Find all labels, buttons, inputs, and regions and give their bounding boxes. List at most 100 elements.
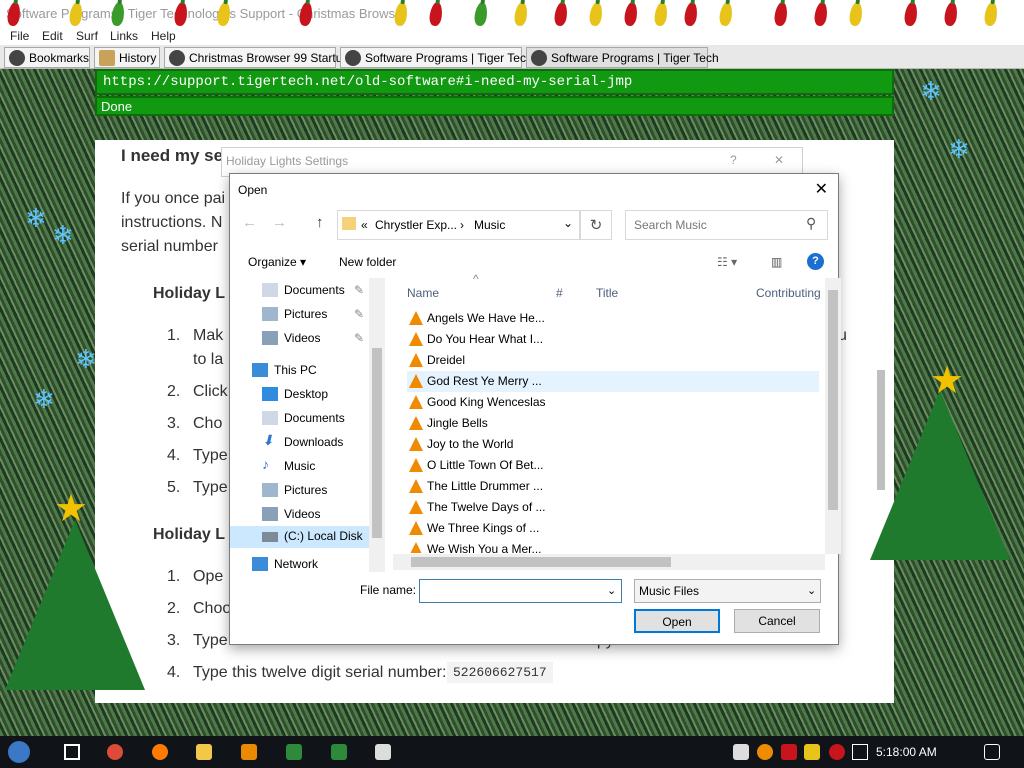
tray-icon[interactable] (757, 744, 773, 760)
close-button[interactable]: ✕ (815, 179, 828, 199)
tab-software-2[interactable]: Software Programs | Tiger Tech (526, 47, 719, 68)
open-button[interactable]: Open (634, 609, 720, 633)
file-item[interactable]: Angels We Have He... (407, 308, 545, 329)
tab-startup[interactable]: Christmas Browser 99 Startup (164, 47, 349, 68)
documents-icon (262, 283, 278, 297)
help-icon[interactable]: ? (807, 253, 824, 270)
menu-surf[interactable]: Surf (76, 29, 98, 43)
file-item[interactable]: Do You Hear What I... (407, 329, 543, 350)
file-item[interactable]: We Wish You a Mer... (407, 539, 543, 553)
menu-edit[interactable]: Edit (42, 29, 63, 43)
tray-icon[interactable] (733, 744, 749, 760)
column-number[interactable]: # (556, 286, 563, 300)
scroll-thumb[interactable] (828, 290, 838, 510)
nav-item-local-disk[interactable]: (C:) Local Disk (230, 526, 369, 548)
vlc-cone-icon (409, 395, 423, 409)
horizontal-scrollbar[interactable] (393, 554, 825, 570)
snowflake-icon: ❄ (75, 344, 97, 374)
nav-item-downloads[interactable]: ⬇ Downloads (262, 432, 343, 454)
file-item[interactable]: O Little Town Of Bet... (407, 455, 544, 476)
close-button[interactable]: ✕ (774, 153, 784, 167)
address-bar[interactable]: https://support.tigertech.net/old-softwa… (95, 69, 894, 95)
scroll-thumb[interactable] (411, 557, 671, 567)
start-button[interactable] (8, 741, 30, 763)
clock[interactable]: 5:18:00 AM (876, 745, 937, 759)
nav-item-documents-pc[interactable]: Documents (262, 408, 345, 430)
tab-software-1[interactable]: Software Programs | Tiger Tech (340, 47, 533, 68)
document-app-icon[interactable] (375, 744, 391, 760)
menu-links[interactable]: Links (110, 29, 138, 43)
help-button[interactable]: ? (730, 153, 737, 167)
file-item[interactable]: We Three Kings of ... (407, 518, 543, 539)
scroll-thumb[interactable] (372, 348, 382, 538)
notifications-icon[interactable] (984, 744, 1000, 760)
history-button[interactable]: History (94, 47, 160, 68)
nav-item-this-pc[interactable]: This PC (252, 360, 317, 382)
back-arrow-icon[interactable]: ← (242, 214, 257, 231)
step-number: 1. (167, 568, 181, 585)
tray-icon[interactable] (829, 744, 845, 760)
task-view-icon[interactable] (64, 744, 80, 760)
breadcrumb-arrow: › (460, 218, 464, 232)
file-item[interactable]: Good King Wenceslas (407, 392, 546, 413)
chevron-down-icon[interactable]: ⌄ (563, 216, 573, 230)
firefox-icon[interactable] (152, 744, 168, 760)
file-item[interactable]: The Twelve Days of ... (407, 497, 546, 518)
nav-item-documents[interactable]: Documents ✎ (262, 280, 364, 302)
pin-icon[interactable]: ✎ (354, 331, 364, 345)
breadcrumb-current[interactable]: Music (474, 218, 505, 232)
desktop-icon (262, 387, 278, 401)
pin-icon[interactable]: ✎ (354, 307, 364, 321)
menu-help[interactable]: Help (151, 29, 176, 43)
nav-item-videos[interactable]: Videos ✎ (262, 328, 364, 350)
file-type-select[interactable]: Music Files (634, 579, 821, 603)
column-title[interactable]: Title (596, 286, 618, 300)
pin-icon[interactable]: ✎ (354, 283, 364, 297)
nav-item-videos-pc[interactable]: Videos (262, 504, 320, 526)
breadcrumb-parent[interactable]: Chrystler Exp... (375, 218, 457, 232)
cancel-button[interactable]: Cancel (734, 609, 820, 633)
network-icon[interactable] (852, 744, 868, 760)
up-arrow-icon[interactable]: ↑ (316, 214, 324, 231)
chrome-icon[interactable] (107, 744, 123, 760)
vlc-icon[interactable] (241, 744, 257, 760)
chevron-down-icon[interactable]: ⌄ (607, 584, 616, 597)
view-options-icon[interactable]: ☷ ▾ (717, 255, 737, 269)
file-list: Name ^ # Title Contributing Angels We Ha… (393, 272, 825, 572)
snowflake-icon: ❄ (33, 384, 55, 414)
tree-app-icon[interactable] (286, 744, 302, 760)
nav-item-network[interactable]: Network (252, 554, 318, 572)
file-item[interactable]: Jingle Bells (407, 413, 543, 434)
column-name[interactable]: Name (407, 286, 439, 300)
menu-file[interactable]: File (10, 29, 29, 43)
nav-scrollbar[interactable] (369, 278, 385, 572)
vlc-cone-icon (409, 521, 423, 535)
refresh-icon[interactable]: ↻ (580, 210, 612, 240)
preview-pane-icon[interactable]: ▥ (771, 255, 782, 269)
file-explorer-icon[interactable] (196, 744, 212, 760)
christmas-browser-icon[interactable] (331, 744, 347, 760)
forward-arrow-icon[interactable]: → (272, 214, 287, 231)
taskbar: 5:18:00 AM (0, 736, 1024, 768)
organize-button[interactable]: Organize ▾ (248, 255, 306, 269)
nav-item-pictures[interactable]: Pictures ✎ (262, 304, 364, 326)
column-contributing[interactable]: Contributing (756, 286, 821, 300)
new-folder-button[interactable]: New folder (339, 255, 396, 269)
bookmarks-button[interactable]: Bookmarks (4, 47, 90, 68)
file-item[interactable]: The Little Drummer ... (407, 476, 543, 497)
file-item-hovered[interactable]: God Rest Ye Merry ... (407, 371, 819, 392)
chevron-down-icon[interactable]: ⌄ (807, 584, 816, 597)
file-item[interactable]: Joy to the World (407, 434, 543, 455)
breadcrumb[interactable]: « Chrystler Exp... › Music ⌄ (337, 210, 580, 240)
file-list-scrollbar[interactable] (825, 278, 841, 554)
file-name-input[interactable] (419, 579, 622, 603)
music-note-icon: ♪ (262, 456, 269, 472)
nav-item-music[interactable]: ♪ Music (262, 456, 315, 478)
sort-caret-icon: ^ (473, 272, 479, 286)
tray-icon[interactable] (804, 744, 820, 760)
search-input[interactable]: Search Music (625, 210, 828, 240)
file-item[interactable]: Dreidel (407, 350, 543, 371)
nav-item-desktop[interactable]: Desktop (262, 384, 328, 406)
tray-icon[interactable] (781, 744, 797, 760)
nav-item-pictures-pc[interactable]: Pictures (262, 480, 327, 502)
